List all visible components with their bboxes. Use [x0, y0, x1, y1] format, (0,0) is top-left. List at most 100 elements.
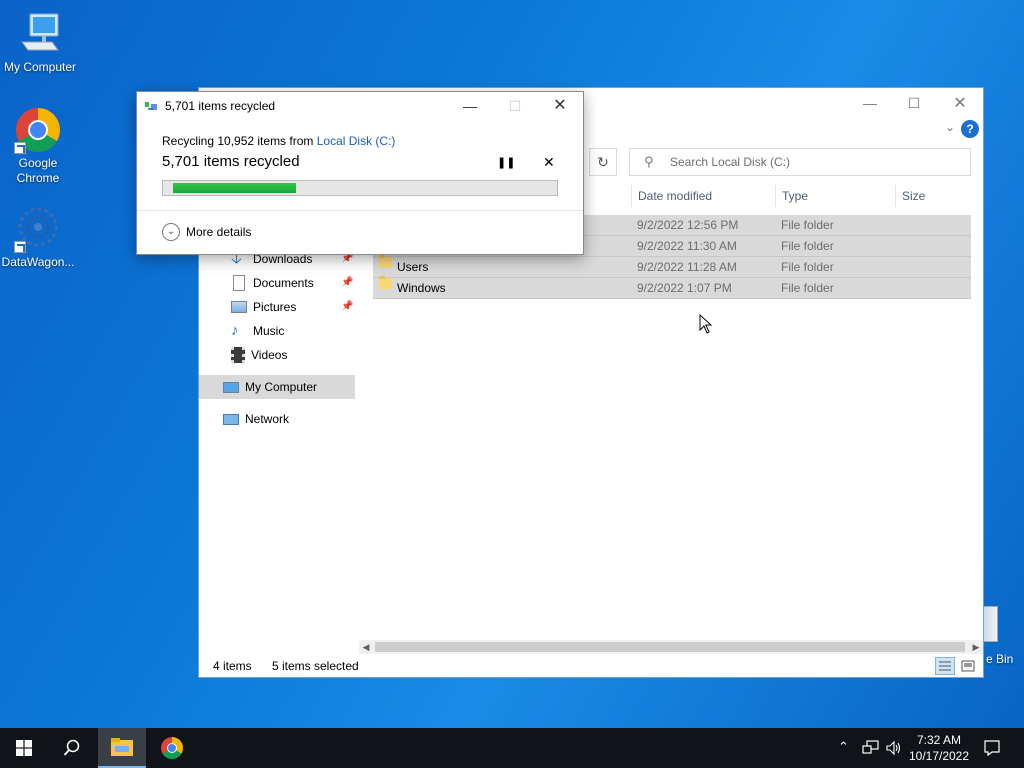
- shortcut-arrow-icon: [14, 241, 26, 253]
- clock[interactable]: 7:32 AM 10/17/2022: [904, 732, 974, 764]
- recycle-progress-icon: [145, 102, 157, 110]
- more-details-label: More details: [186, 225, 252, 239]
- dialog-titlebar[interactable]: 5,701 items recycled — ☐ ✕: [137, 92, 583, 120]
- nav-item-label: Pictures: [253, 300, 297, 314]
- nav-item-my-computer-inner: My Computer: [223, 376, 317, 398]
- file-type: File folder: [781, 239, 834, 253]
- nav-item-label: Network: [245, 412, 290, 426]
- taskbar: ⌃ 7:32 AM 10/17/2022: [0, 728, 1024, 768]
- desktop-icon-google-chrome[interactable]: Google Chrome: [0, 106, 78, 186]
- progress-bar: [162, 180, 558, 196]
- nav-item-label: Videos: [251, 348, 288, 362]
- pictures-icon: [231, 301, 247, 313]
- nav-item-pictures[interactable]: Pictures: [231, 296, 296, 318]
- scrollbar-thumb[interactable]: [375, 642, 965, 652]
- music-note-icon: ♪: [231, 322, 239, 339]
- source-link[interactable]: Local Disk (C:): [317, 134, 396, 148]
- item-count: 4 items: [213, 659, 252, 673]
- scroll-right-arrow-icon[interactable]: ▶: [969, 640, 983, 654]
- dialog-divider: [137, 210, 583, 211]
- file-type: File folder: [781, 281, 834, 295]
- dialog-maximize-button: ☐: [508, 98, 522, 114]
- show-hidden-icons-chevron-icon[interactable]: ⌃: [838, 739, 849, 755]
- nav-item-music[interactable]: ♪ Music: [231, 320, 284, 342]
- shortcut-arrow-icon: [14, 142, 26, 154]
- progress-bar-fill: [173, 183, 297, 193]
- minimize-button[interactable]: —: [847, 88, 893, 118]
- dialog-minimize-button[interactable]: —: [447, 92, 493, 120]
- nav-item-label: Documents: [253, 276, 314, 290]
- recycle-progress-dialog: 5,701 items recycled — ☐ ✕ Recycling 10,…: [136, 91, 584, 255]
- recycling-summary: Recycling 10,952 items from Local Disk (…: [162, 134, 395, 148]
- clock-date: 10/17/2022: [908, 749, 970, 763]
- selected-count: 5 items selected: [272, 659, 359, 673]
- file-row[interactable]: Windows 9/2/2022 1:07 PM File folder: [373, 276, 971, 299]
- taskbar-file-explorer[interactable]: [98, 728, 146, 768]
- computer-icon: [223, 381, 239, 393]
- column-date-modified[interactable]: Date modified: [631, 185, 775, 207]
- desktop-icon-my-computer[interactable]: My Computer: [0, 10, 80, 74]
- search-placeholder: Search Local Disk (C:): [670, 155, 791, 169]
- search-icon: [63, 739, 80, 756]
- status-bar: 4 items 5 items selected: [199, 655, 983, 677]
- nav-item-documents[interactable]: Documents: [231, 272, 314, 294]
- details-view-icon[interactable]: [935, 657, 955, 675]
- scroll-left-arrow-icon[interactable]: ◀: [359, 640, 373, 654]
- column-type[interactable]: Type: [775, 185, 895, 207]
- dialog-close-button[interactable]: ✕: [537, 92, 583, 120]
- refresh-button[interactable]: ↻: [589, 148, 617, 176]
- pin-icon[interactable]: 📌: [341, 277, 353, 288]
- chevron-down-icon[interactable]: ⌄: [945, 120, 955, 134]
- desktop-icon-label: e Bin: [986, 652, 1014, 666]
- file-name: Users: [397, 260, 429, 274]
- nav-item-network[interactable]: Network: [223, 408, 289, 430]
- computer-icon: [16, 10, 64, 58]
- more-details-toggle[interactable]: ⌄ More details: [162, 223, 251, 241]
- nav-item-label: Music: [253, 324, 285, 338]
- folder-icon: [379, 276, 392, 289]
- folder-icon: [379, 255, 392, 268]
- file-explorer-icon: [111, 738, 133, 756]
- search-input[interactable]: ⚲ Search Local Disk (C:): [629, 148, 971, 176]
- network-icon: [223, 413, 239, 425]
- taskbar-chrome[interactable]: [148, 728, 196, 768]
- film-strip-icon: [231, 347, 245, 363]
- column-size[interactable]: Size: [895, 185, 985, 207]
- nav-item-videos[interactable]: Videos: [231, 344, 287, 366]
- file-row[interactable]: Users 9/2/2022 11:28 AM File folder: [373, 255, 971, 278]
- clock-time: 7:32 AM: [916, 733, 962, 747]
- maximize-button[interactable]: ☐: [891, 88, 937, 118]
- file-date: 9/2/2022 12:56 PM: [637, 218, 739, 232]
- file-date: 9/2/2022 11:30 AM: [637, 239, 737, 253]
- progress-heading: 5,701 items recycled: [162, 153, 300, 170]
- close-button[interactable]: ✕: [937, 88, 983, 118]
- notifications-icon[interactable]: [983, 739, 1001, 757]
- datawagon-icon: [14, 205, 62, 253]
- search-icon: ⚲: [644, 154, 654, 169]
- large-icons-view-icon[interactable]: [958, 657, 978, 675]
- desktop-icon-label: My Computer: [3, 60, 77, 74]
- file-name: Windows: [397, 281, 446, 295]
- file-date: 9/2/2022 11:28 AM: [637, 260, 737, 274]
- nav-item-label: My Computer: [245, 380, 318, 394]
- document-icon: [233, 275, 245, 291]
- file-type: File folder: [781, 260, 834, 274]
- desktop-icon-datawagon[interactable]: DataWagon...: [0, 205, 78, 269]
- dialog-title: 5,701 items recycled: [165, 99, 276, 113]
- volume-icon[interactable]: [886, 740, 902, 756]
- desktop-icon-label: DataWagon...: [1, 255, 75, 269]
- desktop-icon-label: Google Chrome: [16, 156, 60, 185]
- chevron-down-icon: ⌄: [162, 223, 180, 241]
- horizontal-scrollbar[interactable]: ◀ ▶: [359, 640, 983, 654]
- nav-item-my-computer[interactable]: My Computer: [199, 375, 355, 399]
- network-icon[interactable]: [862, 740, 880, 756]
- pause-button[interactable]: ❚❚: [497, 156, 515, 169]
- search-button[interactable]: [48, 728, 96, 768]
- pin-icon[interactable]: 📌: [341, 301, 353, 312]
- cancel-button[interactable]: ✕: [543, 154, 555, 171]
- help-icon[interactable]: ?: [961, 120, 979, 138]
- chrome-icon: [14, 106, 62, 154]
- start-button[interactable]: [0, 728, 48, 768]
- file-date: 9/2/2022 1:07 PM: [637, 281, 732, 295]
- recycling-prefix: Recycling 10,952 items from: [162, 134, 317, 148]
